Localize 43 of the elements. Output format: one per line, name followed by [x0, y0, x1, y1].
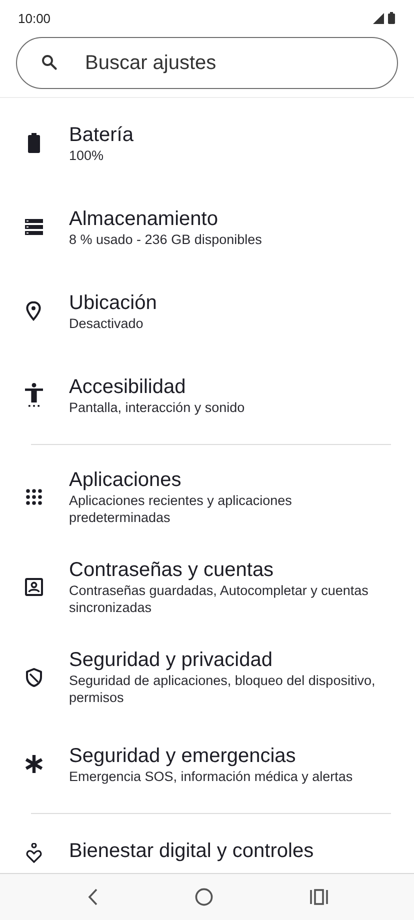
settings-item[interactable]: Almacenamiento 8 % usado - 236 GB disponibles	[0, 185, 414, 269]
accessibility-icon	[24, 383, 42, 407]
signal-icon	[373, 12, 384, 24]
item-title: Aplicaciones	[69, 468, 182, 492]
item-subtitle: Contraseñas guardadas, Autocompletar y cuentas sincronizadas	[69, 582, 370, 616]
item-title: Accesibilidad	[69, 374, 186, 398]
item-title: Ubicación	[69, 290, 157, 314]
apps-grid-icon	[26, 489, 42, 505]
settings-item[interactable]: Batería 100%	[0, 101, 414, 185]
storage-icon	[24, 219, 42, 235]
item-title: Batería	[69, 122, 134, 146]
settings-item[interactable]: Contraseñas y cuentas Contraseñas guardadas, Autocompletar y cuentas sincronizadas	[0, 542, 414, 632]
item-subtitle: Pantalla, interacción y sonido	[69, 398, 245, 416]
back-icon[interactable]	[88, 888, 98, 906]
settings-item[interactable]: Seguridad y emergencias Emergencia SOS, información médica y alertas	[0, 722, 414, 806]
asterisk-icon	[24, 755, 42, 773]
shield-icon	[26, 668, 42, 686]
battery-icon	[388, 12, 395, 24]
search-icon	[40, 53, 58, 71]
settings-item[interactable]: Ubicación Desactivado	[0, 269, 414, 353]
heart-person-icon	[26, 843, 42, 863]
item-subtitle: Emergencia SOS, información médica y alertas	[69, 768, 353, 784]
settings-item[interactable]: Aplicaciones Aplicaciones recientes y aplicaciones predeterminadas	[0, 452, 414, 542]
item-subtitle: Seguridad de aplicaciones, bloqueo del dispositivo, permisos	[69, 672, 376, 706]
location-pin-icon	[26, 301, 41, 321]
item-title: Bienestar digital y controles	[69, 839, 314, 863]
item-subtitle: 100%	[69, 146, 104, 164]
recent-apps-icon[interactable]	[310, 889, 328, 905]
item-subtitle: Desactivado	[69, 314, 144, 332]
settings-item[interactable]: Bienestar digital y controles	[0, 821, 414, 873]
item-title: Almacenamiento	[69, 206, 218, 230]
item-title: Seguridad y emergencias	[69, 744, 296, 768]
item-title: Contraseñas y cuentas	[69, 558, 274, 582]
search-field[interactable]: Buscar ajustes	[16, 37, 398, 89]
account-card-icon	[24, 578, 42, 596]
home-icon[interactable]	[195, 888, 213, 906]
item-subtitle: 8 % usado - 236 GB disponibles	[69, 230, 262, 248]
status-time: 10:00	[18, 10, 51, 26]
battery-icon	[28, 133, 40, 153]
item-title: Seguridad y privacidad	[69, 648, 272, 672]
item-subtitle: Aplicaciones recientes y aplicaciones predeterminadas	[69, 492, 293, 526]
settings-item[interactable]: Seguridad y privacidad Seguridad de aplicaciones, bloqueo del dispositivo, permisos	[0, 632, 414, 722]
settings-item[interactable]: Accesibilidad Pantalla, interacción y sonido	[0, 353, 414, 437]
